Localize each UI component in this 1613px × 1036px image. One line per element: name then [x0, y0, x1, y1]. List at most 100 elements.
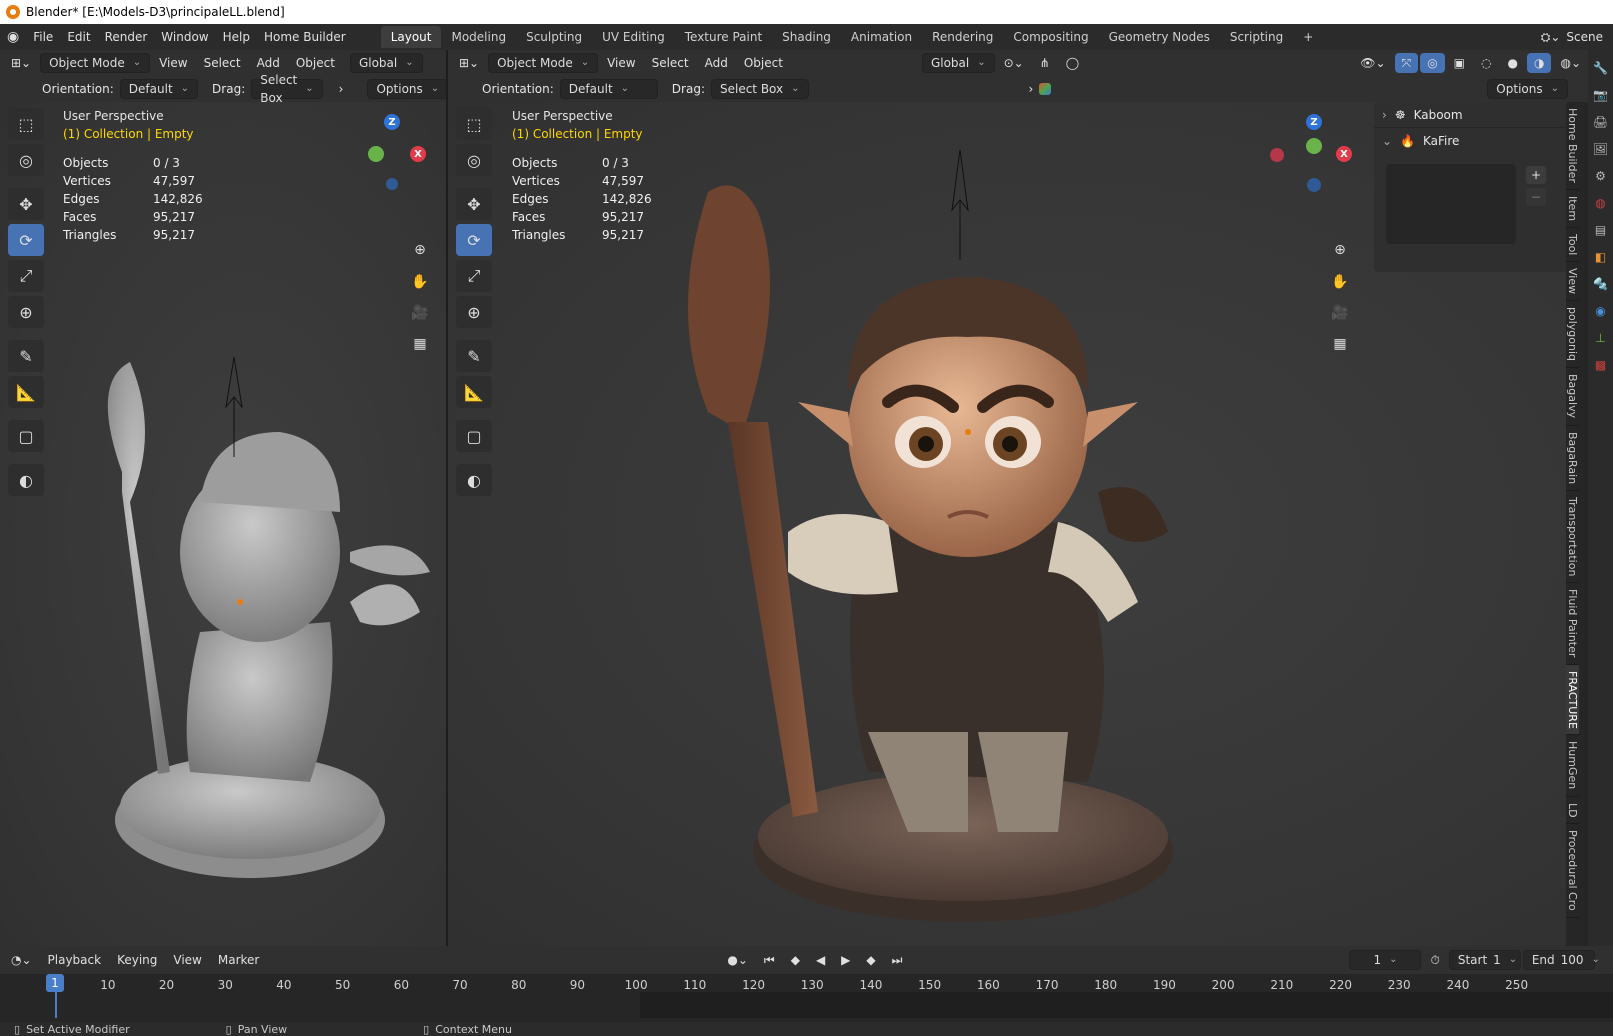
left-transform-orientation[interactable]: Global: [349, 53, 423, 73]
gizmo-y[interactable]: [1306, 138, 1322, 154]
output-props-icon[interactable]: 🖨: [1592, 113, 1610, 131]
physics-props-icon[interactable]: ◉: [1592, 302, 1610, 320]
timeline-editor-type-icon[interactable]: ◔⌄: [4, 950, 39, 970]
gizmo-x[interactable]: X: [1336, 146, 1352, 162]
tool-props-icon[interactable]: 🔧: [1592, 59, 1610, 77]
zoom-icon[interactable]: ⊕: [1326, 236, 1354, 264]
playhead[interactable]: 1: [46, 974, 64, 992]
record-icon[interactable]: ●⌄: [720, 950, 755, 970]
right-options-button[interactable]: Options: [1487, 79, 1568, 99]
transform-icon[interactable]: ⊕: [8, 296, 44, 328]
visibility-icon[interactable]: 👁⌄: [1353, 53, 1392, 73]
select-box-icon[interactable]: ⬚: [456, 108, 492, 140]
gizmo-z[interactable]: Z: [384, 114, 400, 130]
tab-item[interactable]: Item: [1566, 190, 1579, 228]
play-reverse-icon[interactable]: ◀: [809, 950, 832, 970]
add-cube-icon[interactable]: ▢: [456, 420, 492, 452]
left-orientation-select[interactable]: Default: [119, 79, 199, 99]
transform-icon[interactable]: ⊕: [456, 296, 492, 328]
material-shading-icon[interactable]: ◑: [1526, 53, 1552, 73]
world-props-icon[interactable]: ◍: [1592, 194, 1610, 212]
left-menu-view[interactable]: View: [152, 53, 194, 73]
tab-procedural[interactable]: Procedural Cro: [1566, 824, 1579, 919]
gizmo-y[interactable]: [368, 146, 384, 162]
collection-props-icon[interactable]: ▤: [1592, 221, 1610, 239]
camera-icon[interactable]: 🎥: [1326, 299, 1354, 327]
jump-start-icon[interactable]: ⏮: [757, 950, 782, 970]
constraints-props-icon[interactable]: ⊥: [1592, 329, 1610, 347]
ortho-grid-icon[interactable]: ▦: [1326, 330, 1354, 358]
pivot-icon[interactable]: ⊙⌄: [997, 53, 1031, 73]
right-menu-select[interactable]: Select: [645, 53, 696, 73]
shading-ball-icon[interactable]: ◐: [8, 464, 44, 496]
object-props-icon[interactable]: ◧: [1592, 248, 1610, 266]
tab-sculpting[interactable]: Sculpting: [516, 26, 592, 48]
snap-icon[interactable]: ⋔: [1033, 53, 1057, 73]
timeline-ruler[interactable]: 1 10 20 30 40 50 60 70 80 90 100 110 120 130 140 150 16…: [0, 974, 1613, 1022]
rotate-icon[interactable]: ⟳: [456, 224, 492, 256]
panel-kafire[interactable]: ⌄ 🔥 KaFire: [1374, 128, 1566, 154]
right-viewport-canvas[interactable]: User Perspective (1) Collection | Empty …: [448, 102, 1566, 946]
scene-props-icon[interactable]: ⚙: [1592, 167, 1610, 185]
gizmo-z[interactable]: Z: [1306, 114, 1322, 130]
timeline-keying-menu[interactable]: Keying: [110, 950, 164, 970]
menu-file[interactable]: File: [26, 24, 60, 50]
menu-help[interactable]: Help: [216, 24, 257, 50]
stopwatch-icon[interactable]: ⏱: [1423, 950, 1446, 970]
tab-fluid-painter[interactable]: Fluid Painter: [1566, 583, 1579, 665]
tab-polygoniq[interactable]: polygoniq: [1566, 301, 1579, 369]
select-box-icon[interactable]: ⬚: [8, 108, 44, 140]
zoom-icon[interactable]: ⊕: [406, 236, 434, 264]
annotate-icon[interactable]: ✎: [456, 340, 492, 372]
pan-hand-icon[interactable]: ✋: [406, 268, 434, 296]
right-menu-add[interactable]: Add: [698, 53, 735, 73]
end-frame-field[interactable]: End 100: [1522, 950, 1595, 970]
tab-scripting[interactable]: Scripting: [1220, 26, 1293, 48]
jump-end-icon[interactable]: ⏭: [885, 950, 910, 970]
render-props-icon[interactable]: 📷: [1592, 86, 1610, 104]
list-add-button[interactable]: +: [1526, 166, 1546, 184]
annotate-icon[interactable]: ✎: [8, 340, 44, 372]
right-orientation-select[interactable]: Default: [559, 79, 658, 99]
timeline-playback-menu[interactable]: Playback: [41, 950, 109, 970]
add-workspace-icon[interactable]: +: [1293, 26, 1323, 48]
tab-bagalvy[interactable]: Bagalvy: [1566, 368, 1579, 426]
view-layer-icon[interactable]: 🖼: [1592, 140, 1610, 158]
tab-texture-paint[interactable]: Texture Paint: [675, 26, 772, 48]
editor-type-icon[interactable]: ⊞⌄: [452, 53, 486, 73]
overlay-icon[interactable]: ◎: [1420, 53, 1445, 73]
list-remove-button[interactable]: −: [1526, 188, 1546, 206]
camera-icon[interactable]: 🎥: [406, 299, 434, 327]
gizmo-neg-z[interactable]: [1307, 178, 1321, 192]
cursor-icon[interactable]: ◎: [8, 144, 44, 176]
right-menu-view[interactable]: View: [600, 53, 642, 73]
right-transform-orientation[interactable]: Global: [921, 53, 995, 73]
scale-icon[interactable]: ⤢: [456, 260, 492, 292]
tab-shading[interactable]: Shading: [772, 26, 841, 48]
left-options-button[interactable]: Options: [367, 79, 446, 99]
panel-kaboom[interactable]: › ☸ Kaboom: [1374, 102, 1566, 128]
modifier-props-icon[interactable]: 🔩: [1592, 275, 1610, 293]
gizmo-toggle-icon[interactable]: ⤧: [1394, 53, 1419, 73]
move-icon[interactable]: ✥: [8, 188, 44, 220]
tab-layout[interactable]: Layout: [380, 26, 442, 48]
tab-geometry-nodes[interactable]: Geometry Nodes: [1099, 26, 1220, 48]
tab-ld[interactable]: LD: [1566, 797, 1579, 825]
timeline-view-menu[interactable]: View: [166, 950, 208, 970]
move-icon[interactable]: ✥: [456, 188, 492, 220]
menu-window[interactable]: Window: [154, 24, 215, 50]
start-frame-field[interactable]: Start 1: [1448, 950, 1521, 970]
left-nav-gizmo[interactable]: Z X: [358, 110, 438, 190]
tab-tool[interactable]: Tool: [1566, 228, 1579, 263]
right-menu-object[interactable]: Object: [737, 53, 790, 73]
tab-rendering[interactable]: Rendering: [922, 26, 1003, 48]
cursor-icon[interactable]: ◎: [456, 144, 492, 176]
gizmo-x[interactable]: X: [410, 146, 426, 162]
pan-hand-icon[interactable]: ✋: [1326, 268, 1354, 296]
scene-selector[interactable]: ⛭⌄ Scene: [1541, 24, 1603, 50]
left-collapse-icon[interactable]: ›: [339, 82, 344, 96]
blender-menu-icon[interactable]: ◉: [0, 24, 26, 50]
tab-view[interactable]: View: [1566, 262, 1579, 302]
left-menu-add[interactable]: Add: [250, 53, 287, 73]
proportional-icon[interactable]: ◯: [1059, 53, 1086, 73]
